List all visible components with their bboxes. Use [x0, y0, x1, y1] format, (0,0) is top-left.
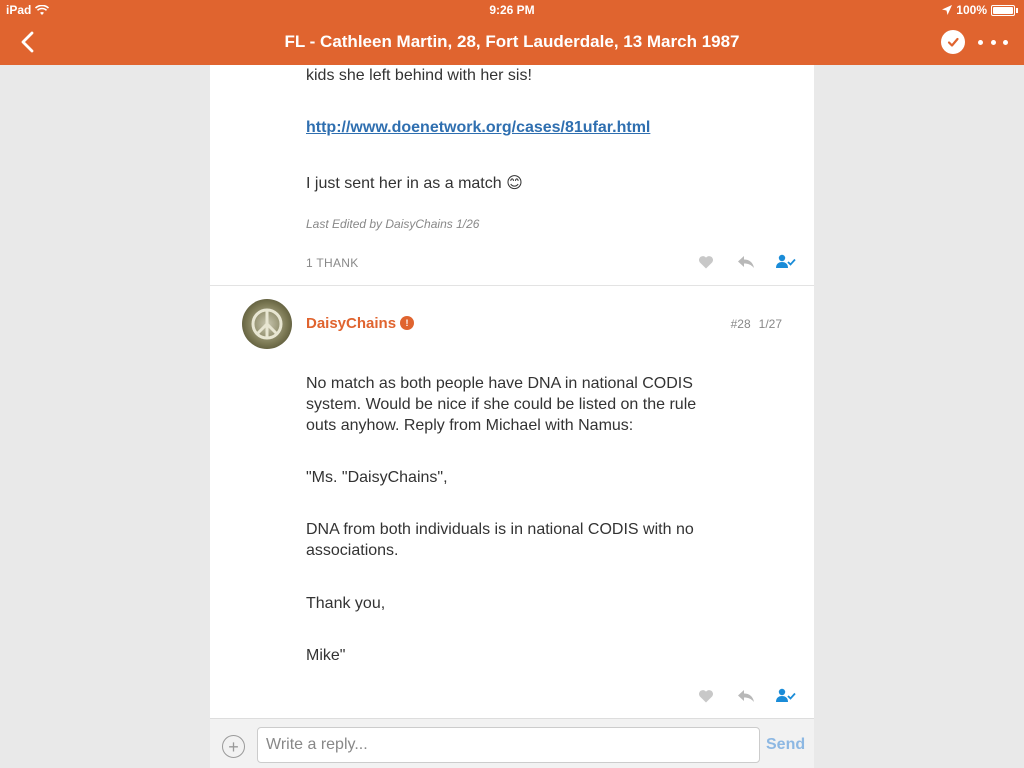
post-paragraph: "Ms. "DaisyChains",: [306, 469, 448, 486]
thanks-count[interactable]: 1 THANK: [306, 256, 359, 270]
post-date: 1/27: [758, 317, 782, 331]
doenetwork-link[interactable]: http://www.doenetwork.org/cases/81ufar.h…: [306, 119, 650, 136]
reply-input[interactable]: [257, 727, 760, 763]
author-name[interactable]: DaisyChains: [306, 315, 396, 332]
post-divider: [210, 285, 814, 286]
post-paragraph: Thank you,: [306, 595, 386, 612]
status-time: 9:26 PM: [489, 3, 535, 17]
post-paragraph: No match as both people have DNA in nati…: [306, 375, 697, 434]
heart-icon: [698, 690, 714, 703]
post-paragraph: DNA from both individuals is in national…: [306, 521, 694, 559]
peace-sign-icon: [251, 308, 283, 340]
user-check-icon: [776, 254, 796, 268]
nav-bar: FL - Cathleen Martin, 28, Fort Lauderdal…: [0, 20, 1024, 65]
reply-arrow-icon: [738, 256, 754, 268]
thread-content[interactable]: kids she left behind with her sis! http:…: [210, 65, 814, 718]
page-title: FL - Cathleen Martin, 28, Fort Lauderdal…: [284, 32, 740, 51]
bookmark-check-button[interactable]: [941, 30, 965, 54]
more-options-button[interactable]: [978, 32, 1008, 52]
reply-button[interactable]: [736, 687, 756, 705]
reply-button[interactable]: [736, 253, 756, 271]
user-check-icon: [776, 688, 796, 702]
like-button[interactable]: [696, 687, 716, 705]
add-attachment-button[interactable]: +: [222, 735, 245, 758]
follow-user-button[interactable]: [776, 687, 796, 705]
more-dot-icon: [978, 39, 983, 45]
location-arrow-icon: [942, 5, 953, 15]
moderator-badge-icon: !: [400, 316, 414, 330]
checkmark-icon: [947, 37, 959, 47]
post-text-line: I just sent her in as a match 😊: [306, 175, 523, 192]
last-edited-note: Last Edited by DaisyChains 1/26: [306, 217, 480, 231]
reply-bar: + Send: [210, 718, 814, 768]
status-bar: iPad 9:26 PM 100%: [0, 0, 1024, 20]
follow-user-button[interactable]: [776, 253, 796, 271]
like-button[interactable]: [696, 253, 716, 271]
send-button[interactable]: Send: [766, 736, 805, 754]
post-paragraph: Mike": [306, 647, 346, 664]
plus-icon: +: [228, 736, 239, 757]
post-actions: [696, 687, 796, 705]
post-meta: #28 1/27: [731, 317, 782, 331]
post-text-line: kids she left behind with her sis!: [306, 67, 532, 84]
battery-percent: 100%: [956, 3, 987, 17]
avatar[interactable]: [242, 299, 292, 349]
reply-arrow-icon: [738, 690, 754, 702]
post-actions: [696, 253, 796, 271]
app-header: iPad 9:26 PM 100% FL - Cathleen Martin, …: [0, 0, 1024, 65]
battery-icon: [991, 4, 1015, 16]
heart-icon: [698, 256, 714, 269]
post-number[interactable]: #28: [731, 317, 751, 331]
